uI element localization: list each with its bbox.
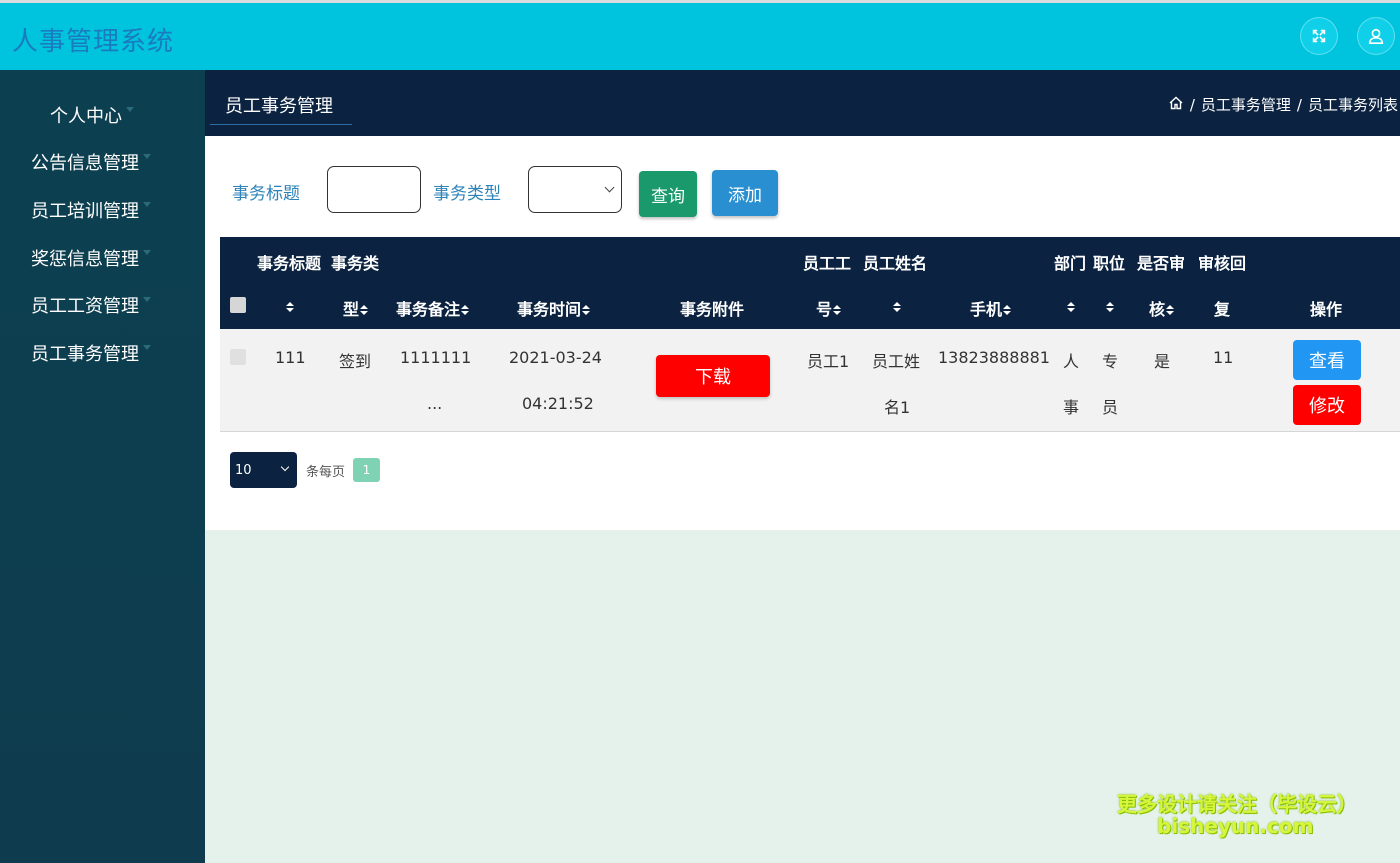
type-filter-select[interactable]: [528, 166, 622, 213]
breadcrumb: / 员工事务管理 / 员工事务列表: [1168, 94, 1398, 115]
col-type-header: 事务类: [331, 254, 380, 273]
col-phone-header[interactable]: 手机: [970, 296, 1012, 320]
cell-empname-l2: 名1: [884, 398, 911, 417]
add-button[interactable]: 添加: [712, 170, 778, 216]
col-position-header: 职位: [1093, 254, 1126, 273]
download-button[interactable]: 下载: [656, 355, 770, 397]
page-size-value: 10: [235, 462, 252, 478]
chevron-down-icon: [143, 201, 151, 207]
sort-icon: [461, 305, 470, 316]
chevron-down-icon: [604, 182, 615, 193]
chevron-down-icon: [143, 249, 151, 255]
sidebar-item-label: 员工事务管理: [31, 344, 139, 365]
sort-icon: [833, 305, 842, 316]
view-button[interactable]: 查看: [1293, 340, 1361, 380]
sort-icon: [360, 305, 369, 316]
col-title-header: 事务标题: [257, 254, 322, 273]
chevron-down-icon: [143, 344, 151, 350]
sidebar-item-training[interactable]: 员工培训管理: [0, 188, 205, 232]
sort-icon[interactable]: [1105, 297, 1114, 316]
breadcrumb-item: 员工事务列表: [1307, 96, 1398, 114]
select-all-checkbox[interactable]: [230, 297, 246, 313]
user-icon[interactable]: [1357, 17, 1395, 55]
home-icon[interactable]: [1168, 95, 1184, 115]
sort-icon: [1003, 305, 1012, 316]
sort-icon[interactable]: [285, 297, 294, 316]
col-time-header[interactable]: 事务时间: [517, 296, 591, 320]
sort-icon[interactable]: [1066, 297, 1075, 316]
sidebar-item-label: 员工培训管理: [31, 201, 139, 222]
sidebar-item-notice[interactable]: 公告信息管理: [0, 140, 205, 184]
col-type-header-l2[interactable]: 型: [343, 296, 369, 320]
page-title: 员工事务管理: [225, 96, 333, 117]
per-page-label: 条每页: [306, 465, 346, 480]
table-row: 111 签到 1111111 ... 2021-03-24 04:21:52 下…: [220, 329, 1400, 432]
col-remark-header[interactable]: 事务备注: [396, 296, 470, 320]
cell-empname: 员工姓: [872, 352, 921, 371]
cell-remark-ellipsis: ...: [427, 394, 443, 413]
sidebar-item-label: 奖惩信息管理: [31, 249, 139, 270]
cell-title: 111: [275, 348, 306, 367]
top-header: 人事管理系统: [0, 0, 1400, 70]
chevron-down-icon: [143, 153, 151, 159]
chevron-down-icon: [280, 462, 290, 472]
cell-reply: 11: [1213, 348, 1234, 367]
sidebar: 个人中心 公告信息管理 员工培训管理 奖惩信息管理 员工工资管理 员工事务管理: [0, 70, 205, 863]
sort-icon[interactable]: [892, 297, 901, 316]
page-number-button[interactable]: 1: [353, 458, 380, 482]
title-filter-label: 事务标题: [232, 184, 300, 204]
col-ops-header: 操作: [1310, 300, 1343, 319]
col-empno-header-l2[interactable]: 号: [816, 296, 842, 320]
breadcrumb-separator: /: [1189, 95, 1195, 114]
edit-button[interactable]: 修改: [1293, 385, 1361, 425]
col-empname-header: 员工姓名: [863, 254, 928, 273]
title-underline: [210, 124, 352, 125]
col-reply-header-l2: 复: [1214, 300, 1231, 319]
cell-position: 专: [1102, 352, 1119, 371]
sidebar-item-label: 公告信息管理: [31, 153, 139, 174]
chevron-down-icon: [126, 106, 134, 112]
col-reply-header: 审核回: [1198, 254, 1247, 273]
chevron-down-icon: [143, 296, 151, 302]
sort-icon: [582, 305, 591, 316]
row-checkbox[interactable]: [230, 349, 246, 365]
sidebar-item-affairs[interactable]: 员工事务管理: [0, 331, 205, 375]
type-filter-label: 事务类型: [433, 184, 501, 204]
breadcrumb-item[interactable]: 员工事务管理: [1201, 94, 1291, 115]
breadcrumb-separator: /: [1296, 95, 1302, 114]
col-audit-header-l2[interactable]: 核: [1149, 296, 1175, 320]
sidebar-item-label: 员工工资管理: [31, 296, 139, 317]
content-header: 员工事务管理 / 员工事务管理 / 员工事务列表: [205, 70, 1400, 136]
col-audit-header: 是否审: [1137, 254, 1186, 273]
col-empno-header: 员工工: [803, 254, 852, 273]
sidebar-item-salary[interactable]: 员工工资管理: [0, 283, 205, 327]
sidebar-item-personal-center[interactable]: 个人中心: [0, 93, 205, 137]
main-panel: 事务标题 事务类型 查询 添加 事务标题 事务类 型 事务备注 事务时间 事务附…: [205, 136, 1400, 530]
cell-audit: 是: [1154, 352, 1171, 371]
watermark-line2: bisheyun.com: [1157, 814, 1314, 838]
col-dept-header: 部门: [1054, 254, 1087, 273]
fullscreen-icon[interactable]: [1300, 17, 1338, 55]
title-filter-input[interactable]: [327, 166, 421, 213]
sidebar-item-label: 个人中心: [50, 106, 122, 127]
cell-time-date: 2021-03-24: [509, 348, 602, 367]
cell-time-clock: 04:21:52: [522, 394, 594, 413]
table-header: 事务标题 事务类 型 事务备注 事务时间 事务附件 员工工 号 员工姓名 手机 …: [220, 237, 1400, 329]
col-attachment-header: 事务附件: [680, 300, 745, 319]
app-title: 人事管理系统: [12, 27, 175, 57]
cell-dept-l2: 事: [1063, 398, 1080, 417]
watermark-line1: 更多设计请关注（毕设云）: [1117, 792, 1357, 816]
cell-position-l2: 员: [1102, 398, 1119, 417]
sidebar-item-rewards[interactable]: 奖惩信息管理: [0, 236, 205, 280]
cell-dept: 人: [1063, 352, 1080, 371]
cell-remark: 1111111: [400, 348, 472, 367]
sort-icon: [1166, 305, 1175, 316]
cell-phone: 13823888881: [938, 348, 1050, 367]
query-button[interactable]: 查询: [639, 171, 697, 217]
cell-type: 签到: [339, 352, 372, 371]
page-size-select[interactable]: 10: [230, 452, 297, 488]
cell-empno: 员工1: [807, 352, 850, 371]
